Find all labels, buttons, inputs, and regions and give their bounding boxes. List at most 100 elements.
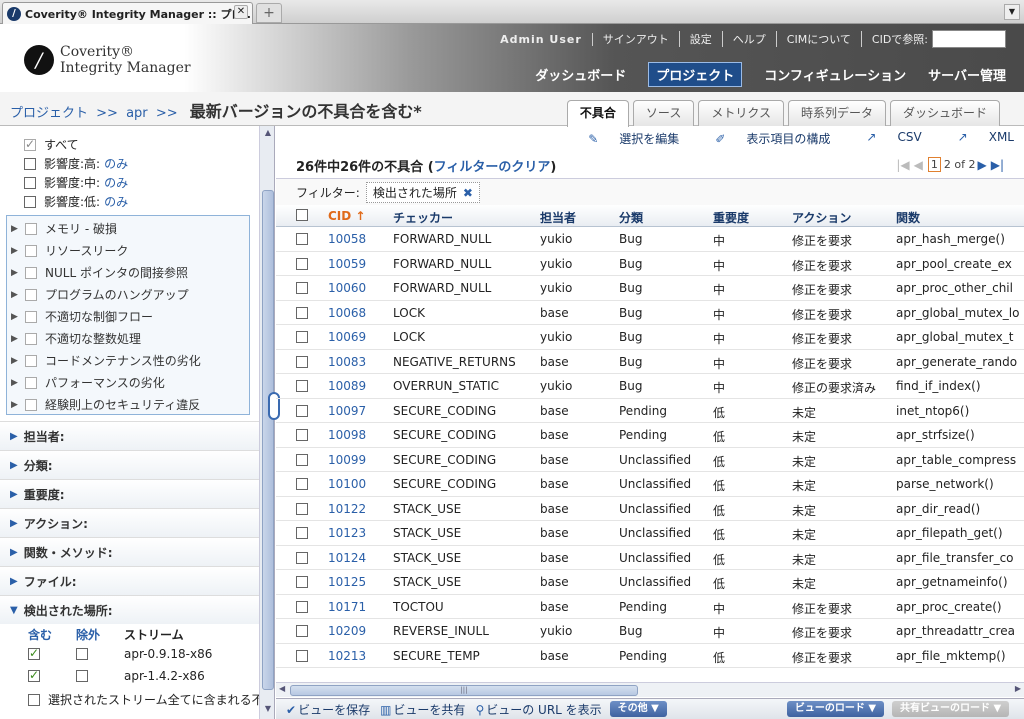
sidebar-scroll-thumb[interactable] xyxy=(262,190,274,690)
row-checkbox[interactable] xyxy=(296,600,308,613)
impact-all-checkbox[interactable] xyxy=(24,137,36,151)
impact-high-only-link[interactable]: のみ xyxy=(104,155,128,172)
expand-arrow-icon[interactable]: ▶ xyxy=(10,576,18,587)
stream2-exclude-checkbox[interactable] xyxy=(76,670,88,682)
breadcrumb-project[interactable]: プロジェクト xyxy=(10,106,88,121)
row-checkbox[interactable] xyxy=(296,404,308,417)
row-checkbox[interactable] xyxy=(296,282,308,294)
tab-trends[interactable]: 時系列データ xyxy=(787,100,886,126)
edit-selection-link[interactable]: ✎ 選択を編集 xyxy=(570,130,679,147)
row-checkbox[interactable] xyxy=(296,233,308,245)
impact-low-checkbox[interactable] xyxy=(24,195,36,208)
close-tab-icon[interactable]: ✕ xyxy=(234,5,248,19)
cell-cid[interactable]: 10068 xyxy=(328,306,366,320)
section-severity[interactable]: ▶ 重要度: xyxy=(0,479,259,508)
cell-cid[interactable]: 10209 xyxy=(328,624,366,638)
table-row[interactable]: 10171 TOCTOU base Pending 中 修正を要求 apr_proc_cre… xyxy=(276,595,1024,619)
table-row[interactable]: 10068 LOCK base Bug 中 修正を要求 apr_global_mutex_l… xyxy=(276,301,1024,325)
cell-cid[interactable]: 10060 xyxy=(328,281,366,295)
category-checkbox[interactable] xyxy=(25,244,37,257)
help-link[interactable]: ヘルプ xyxy=(723,31,777,47)
signout-link[interactable]: サインアウト xyxy=(593,31,680,47)
impact-medium-only-link[interactable]: のみ xyxy=(104,174,128,191)
scroll-down-arrow-icon[interactable]: ▼ xyxy=(262,704,274,716)
expand-arrow-icon[interactable]: ▶ xyxy=(11,224,25,234)
cid-lookup-input[interactable] xyxy=(932,30,1006,48)
prev-page-icon[interactable]: ◀ xyxy=(914,158,923,172)
cell-cid[interactable]: 10171 xyxy=(328,600,366,614)
col-severity[interactable]: 重要度 xyxy=(713,209,749,226)
expand-arrow-icon[interactable]: ▶ xyxy=(11,356,25,366)
impact-low-only-link[interactable]: のみ xyxy=(104,193,128,210)
category-checkbox[interactable] xyxy=(25,288,37,301)
col-cid[interactable]: CID ↑ xyxy=(328,209,365,223)
export-xml-link[interactable]: ↗ XML xyxy=(940,130,1014,147)
settings-link[interactable]: 設定 xyxy=(680,31,723,47)
table-row[interactable]: 10124 STACK_USE base Unclassified 低 未定 apr_fil… xyxy=(276,546,1024,570)
category-integer[interactable]: ▶ 不適切な整数処理 xyxy=(11,330,141,347)
table-horizontal-scrollbar[interactable]: ◀ ||| ▶ xyxy=(276,682,1024,697)
tab-source[interactable]: ソース xyxy=(632,100,695,126)
category-checkbox[interactable] xyxy=(25,310,37,323)
table-row[interactable]: 10089 OVERRUN_STATIC yukio Bug 中 修正の要求済み find_… xyxy=(276,374,1024,399)
category-checkbox[interactable] xyxy=(25,222,37,235)
expand-arrow-icon[interactable]: ▶ xyxy=(10,431,18,442)
horizontal-scroll-thumb[interactable]: ||| xyxy=(290,685,638,696)
cell-cid[interactable]: 10097 xyxy=(328,404,366,418)
nav-project[interactable]: プロジェクト xyxy=(648,62,743,87)
stream2-include-checkbox[interactable] xyxy=(28,668,40,682)
load-shared-view-button[interactable]: 共有ビューのロード ▼ xyxy=(892,701,1010,717)
table-row[interactable]: 10097 SECURE_CODING base Pending 低 未定 inet_nto… xyxy=(276,399,1024,423)
table-row[interactable]: 10059 FORWARD_NULL yukio Bug 中 修正を要求 apr_pool_… xyxy=(276,252,1024,276)
scroll-left-arrow-icon[interactable]: ◀ xyxy=(279,684,285,693)
expand-arrow-icon[interactable]: ▶ xyxy=(11,290,25,300)
cell-cid[interactable]: 10122 xyxy=(328,502,366,516)
cell-cid[interactable]: 10089 xyxy=(328,379,366,393)
cell-cid[interactable]: 10213 xyxy=(328,649,366,663)
tab-dashboard[interactable]: ダッシュボード xyxy=(889,100,1000,126)
col-classification[interactable]: 分類 xyxy=(619,209,643,226)
breadcrumb-apr[interactable]: apr xyxy=(126,106,148,121)
table-row[interactable]: 10100 SECURE_CODING base Unclassified 低 未定 par… xyxy=(276,472,1024,497)
cell-cid[interactable]: 10083 xyxy=(328,355,366,369)
expand-arrow-icon[interactable]: ▶ xyxy=(11,400,25,410)
section-function[interactable]: ▶ 関数・メソッド: xyxy=(0,537,259,566)
category-null-deref[interactable]: ▶ NULL ポインタの間接参照 xyxy=(11,264,188,281)
export-csv-link[interactable]: ↗ CSV xyxy=(848,130,921,147)
select-all-checkbox[interactable] xyxy=(296,209,308,221)
category-memory[interactable]: ▶ メモリ - 破損 xyxy=(11,220,117,237)
cell-cid[interactable]: 10099 xyxy=(328,453,366,467)
sidebar-scrollbar[interactable]: ▲ ▼ xyxy=(259,126,274,719)
brand-logo[interactable]: / Coverity® Integrity Manager xyxy=(24,44,191,76)
tab-list-arrow-icon[interactable]: ▼ xyxy=(1004,4,1020,20)
expand-arrow-icon[interactable]: ▶ xyxy=(11,334,25,344)
category-checkbox[interactable] xyxy=(25,376,37,389)
category-checkbox[interactable] xyxy=(25,398,37,411)
row-checkbox[interactable] xyxy=(296,625,308,637)
tab-defects[interactable]: 不具合 xyxy=(566,100,629,127)
view-url-link[interactable]: ⚲ ビューの URL を表示 xyxy=(475,701,601,718)
table-row[interactable]: 10123 STACK_USE base Unclassified 低 未定 apr_fil… xyxy=(276,521,1024,546)
cell-cid[interactable]: 10100 xyxy=(328,477,366,491)
expand-arrow-icon[interactable]: ▶ xyxy=(10,547,18,558)
expand-arrow-icon[interactable]: ▶ xyxy=(11,378,25,388)
current-page[interactable]: 1 xyxy=(927,157,941,172)
category-hang[interactable]: ▶ プログラムのハングアップ xyxy=(11,286,189,303)
row-checkbox[interactable] xyxy=(296,306,308,319)
table-row[interactable]: 10099 SECURE_CODING base Unclassified 低 未定 apr… xyxy=(276,448,1024,472)
impact-all-row[interactable]: すべて xyxy=(24,136,79,153)
load-view-button[interactable]: ビューのロード ▼ xyxy=(786,701,885,717)
expand-arrow-icon[interactable]: ▶ xyxy=(11,312,25,322)
section-owner[interactable]: ▶ 担当者: xyxy=(0,421,259,450)
stream1-include-checkbox[interactable] xyxy=(28,646,40,660)
scroll-right-arrow-icon[interactable]: ▶ xyxy=(1015,684,1021,693)
remove-filter-icon[interactable]: ✖ xyxy=(463,186,473,200)
col-function[interactable]: 関数 xyxy=(896,209,920,226)
nav-configuration[interactable]: コンフィギュレーション xyxy=(764,65,906,84)
cell-cid[interactable]: 10069 xyxy=(328,330,366,344)
category-performance[interactable]: ▶ パフォーマンスの劣化 xyxy=(11,374,165,391)
about-link[interactable]: CIMについて xyxy=(777,31,862,47)
last-page-icon[interactable]: ▶| xyxy=(991,158,1004,172)
category-security[interactable]: ▶ 経験則上のセキュリティ違反 xyxy=(11,396,200,413)
table-row[interactable]: 10058 FORWARD_NULL yukio Bug 中 修正を要求 apr_hash_… xyxy=(276,227,1024,252)
